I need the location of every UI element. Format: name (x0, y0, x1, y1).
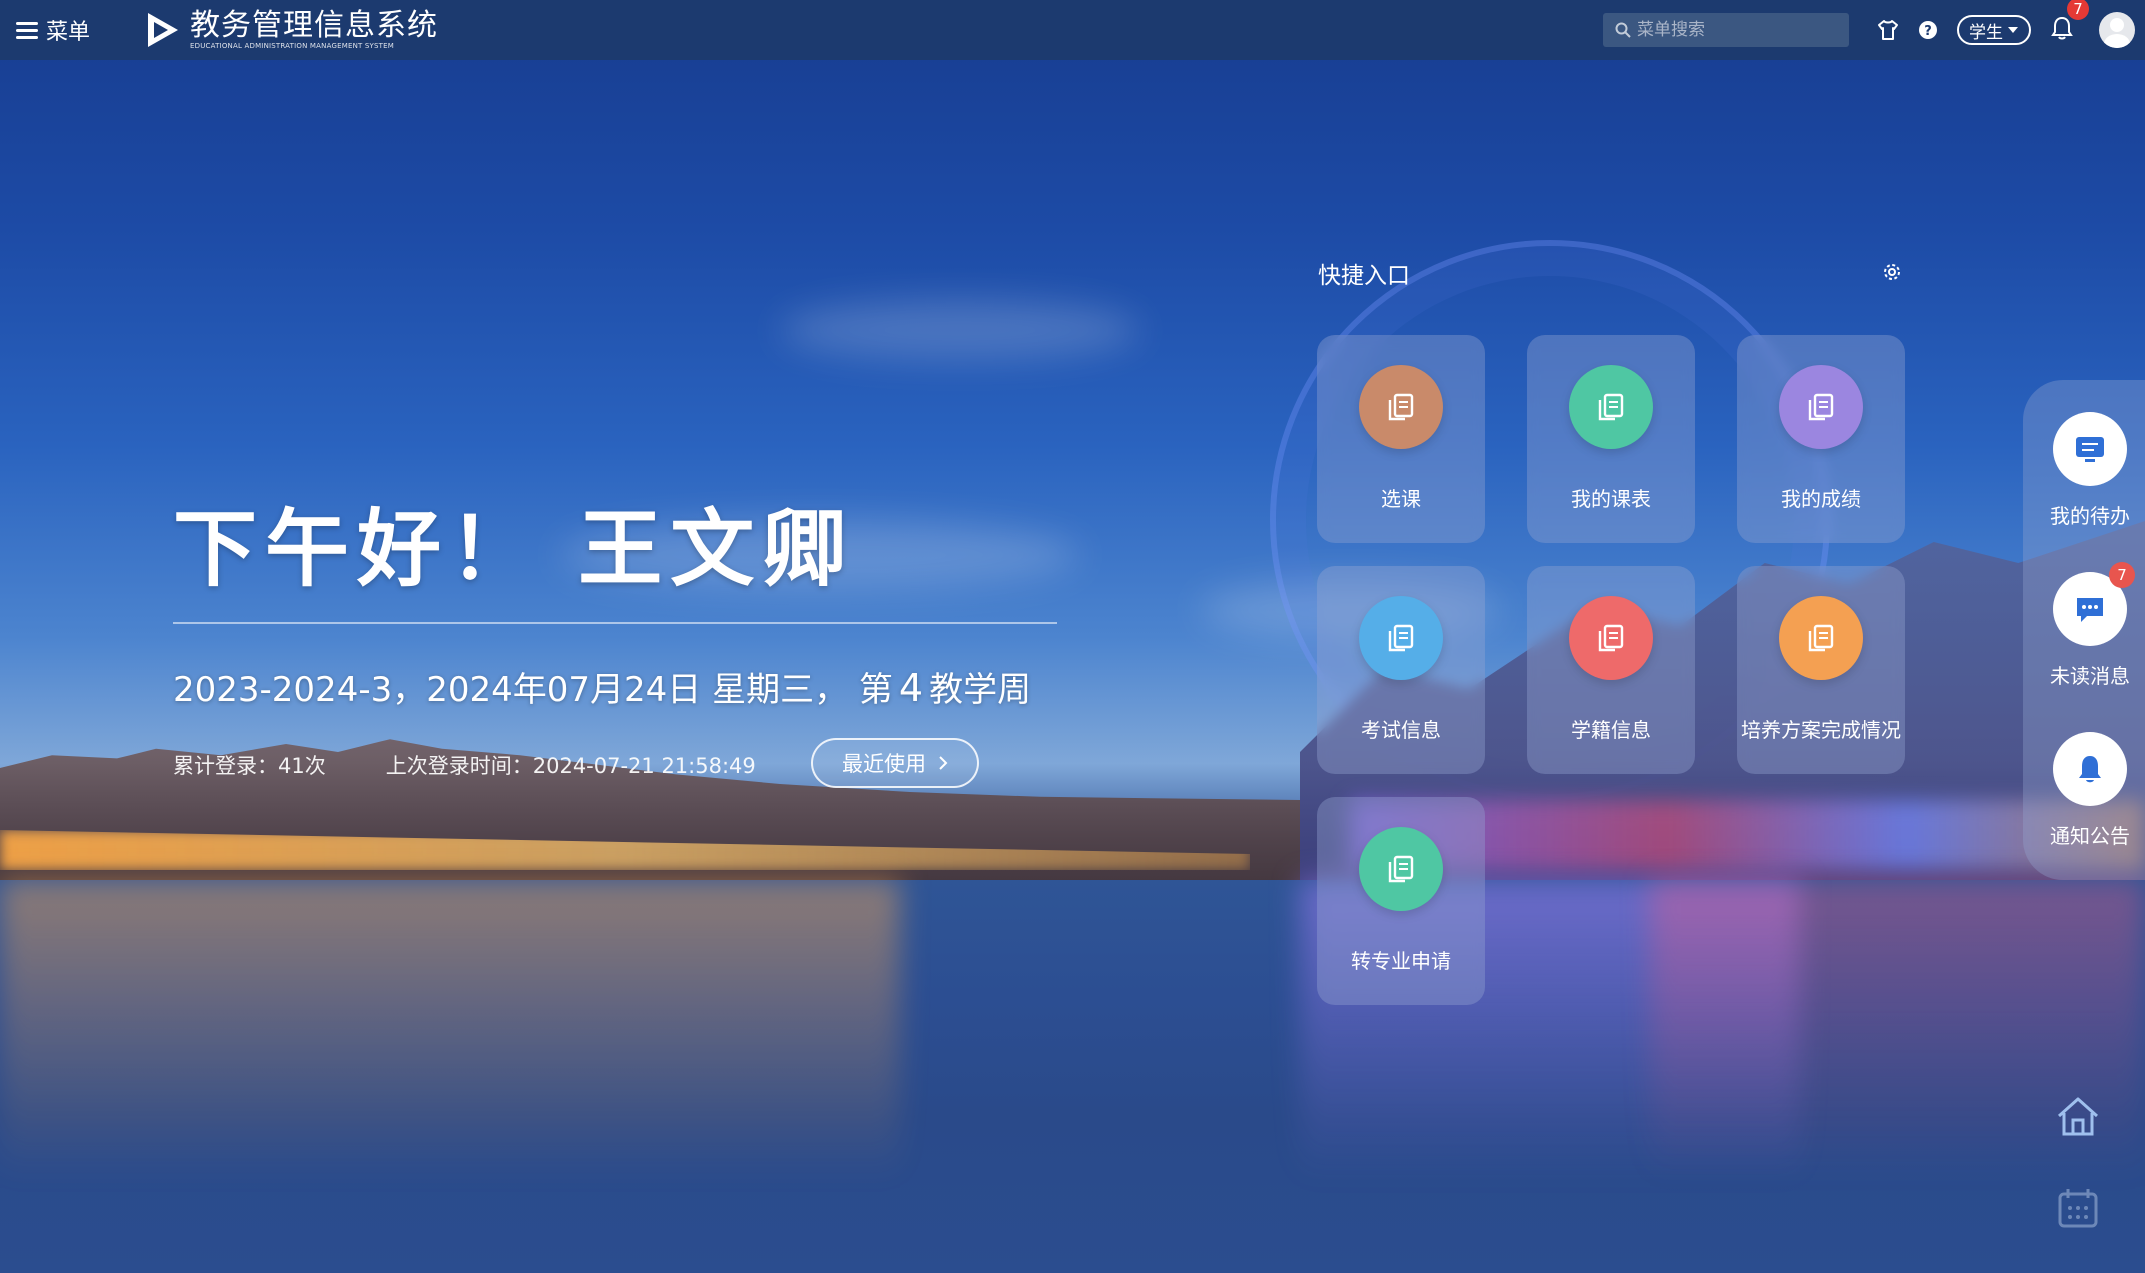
tile-icon-circle (1779, 365, 1863, 449)
document-copy-icon (1388, 393, 1414, 421)
tile-icon-circle (1779, 596, 1863, 680)
quick-entry-tile[interactable]: 转专业申请 (1317, 797, 1485, 1005)
chevron-right-icon (939, 756, 948, 770)
login-count: 累计登录：41次 (173, 754, 326, 778)
top-nav-bar: 菜单 教务管理信息系统 EDUCATIONAL ADMINISTRATION M… (0, 0, 2145, 60)
quick-entry-tile[interactable]: 考试信息 (1317, 566, 1485, 774)
quick-entry-label: 我的成绩 (1781, 487, 1861, 511)
shirt-theme-icon[interactable] (1875, 17, 1901, 43)
tile-icon-circle (1359, 596, 1443, 680)
side-item-todo[interactable]: 我的待办 (2035, 412, 2145, 529)
quick-entry-label: 考试信息 (1361, 718, 1441, 742)
term-date: 2023-2024-3，2024年07月24日 星期三， (173, 670, 849, 710)
side-item-notices[interactable]: 通知公告 (2035, 732, 2145, 849)
quick-entry-label: 选课 (1381, 487, 1421, 511)
play-logo-icon (148, 13, 179, 47)
quick-entry-tile[interactable]: 我的课表 (1527, 335, 1695, 543)
login-stats: 累计登录：41次 上次登录时间：2024-07-21 21:58:49 (173, 750, 756, 780)
recent-use-label: 最近使用 (842, 752, 926, 776)
menu-search[interactable] (1603, 13, 1849, 47)
week-number: 4 (898, 666, 924, 710)
avatar[interactable] (2099, 12, 2135, 48)
bell-icon (2051, 16, 2073, 40)
quick-entry-label: 学籍信息 (1571, 718, 1651, 742)
gear-icon[interactable] (1880, 260, 1904, 284)
home-icon[interactable] (2053, 1092, 2103, 1142)
system-name-en: EDUCATIONAL ADMINISTRATION MANAGEMENT SY… (190, 42, 395, 50)
menu-label: 菜单 (46, 20, 91, 45)
side-item-label: 通知公告 (2050, 824, 2130, 848)
role-label: 学生 (1969, 22, 2003, 43)
svg-text:?: ? (1924, 24, 1932, 39)
document-copy-icon (1388, 624, 1414, 652)
notification-button[interactable]: 7 (2051, 0, 2089, 44)
chat-bubble-icon (2077, 598, 2103, 622)
unread-badge: 7 (2109, 562, 2135, 588)
greeting-text: 下午好！ 王文卿 (173, 500, 855, 598)
search-icon (1615, 22, 1631, 38)
quick-entry-label: 转专业申请 (1351, 949, 1451, 973)
menu-search-input[interactable] (1637, 20, 1837, 40)
term-date-line: 2023-2024-3，2024年07月24日 星期三， 第 4 教学周 (173, 662, 1031, 711)
menu-button[interactable]: 菜单 (16, 14, 90, 46)
help-icon[interactable]: ? (1915, 17, 1941, 43)
recent-use-button[interactable]: 最近使用 (811, 738, 979, 788)
quick-entry-label: 培养方案完成情况 (1741, 718, 1901, 742)
document-copy-icon (1388, 855, 1414, 883)
quick-entry-tile[interactable]: 学籍信息 (1527, 566, 1695, 774)
tile-icon-circle (1359, 365, 1443, 449)
last-login-time: 上次登录时间：2024-07-21 21:58:49 (385, 754, 756, 778)
notification-badge: 7 (2067, 0, 2089, 20)
week-suffix: 教学周 (929, 670, 1032, 710)
week-prefix: 第 (858, 670, 893, 710)
side-item-unread-messages[interactable]: 7 未读消息 (2035, 562, 2145, 689)
document-copy-icon (1598, 393, 1624, 421)
tile-icon-circle (1569, 596, 1653, 680)
quick-entry-title: 快捷入口 (1318, 263, 1410, 289)
quick-entry-tile[interactable]: 培养方案完成情况 (1737, 566, 1905, 774)
calendar-icon[interactable] (2053, 1184, 2103, 1234)
side-item-label: 未读消息 (2050, 664, 2130, 688)
hamburger-icon (16, 21, 38, 39)
todo-screen-icon (2076, 437, 2104, 462)
quick-entry-label: 我的课表 (1571, 487, 1651, 511)
role-switcher[interactable]: 学生 (1957, 15, 2031, 45)
system-name: 教务管理信息系统 (190, 8, 439, 43)
document-copy-icon (1808, 393, 1834, 421)
tile-icon-circle (1359, 827, 1443, 911)
quick-entry-tile[interactable]: 选课 (1317, 335, 1485, 543)
system-logo[interactable]: 教务管理信息系统 EDUCATIONAL ADMINISTRATION MANA… (140, 9, 438, 51)
side-item-label: 我的待办 (2050, 504, 2130, 528)
greeting-divider (173, 622, 1057, 624)
bell-icon (2079, 756, 2101, 783)
tile-icon-circle (1569, 365, 1653, 449)
quick-entry-tile[interactable]: 我的成绩 (1737, 335, 1905, 543)
document-copy-icon (1808, 624, 1834, 652)
document-copy-icon (1598, 624, 1624, 652)
caret-down-icon (2008, 27, 2018, 33)
